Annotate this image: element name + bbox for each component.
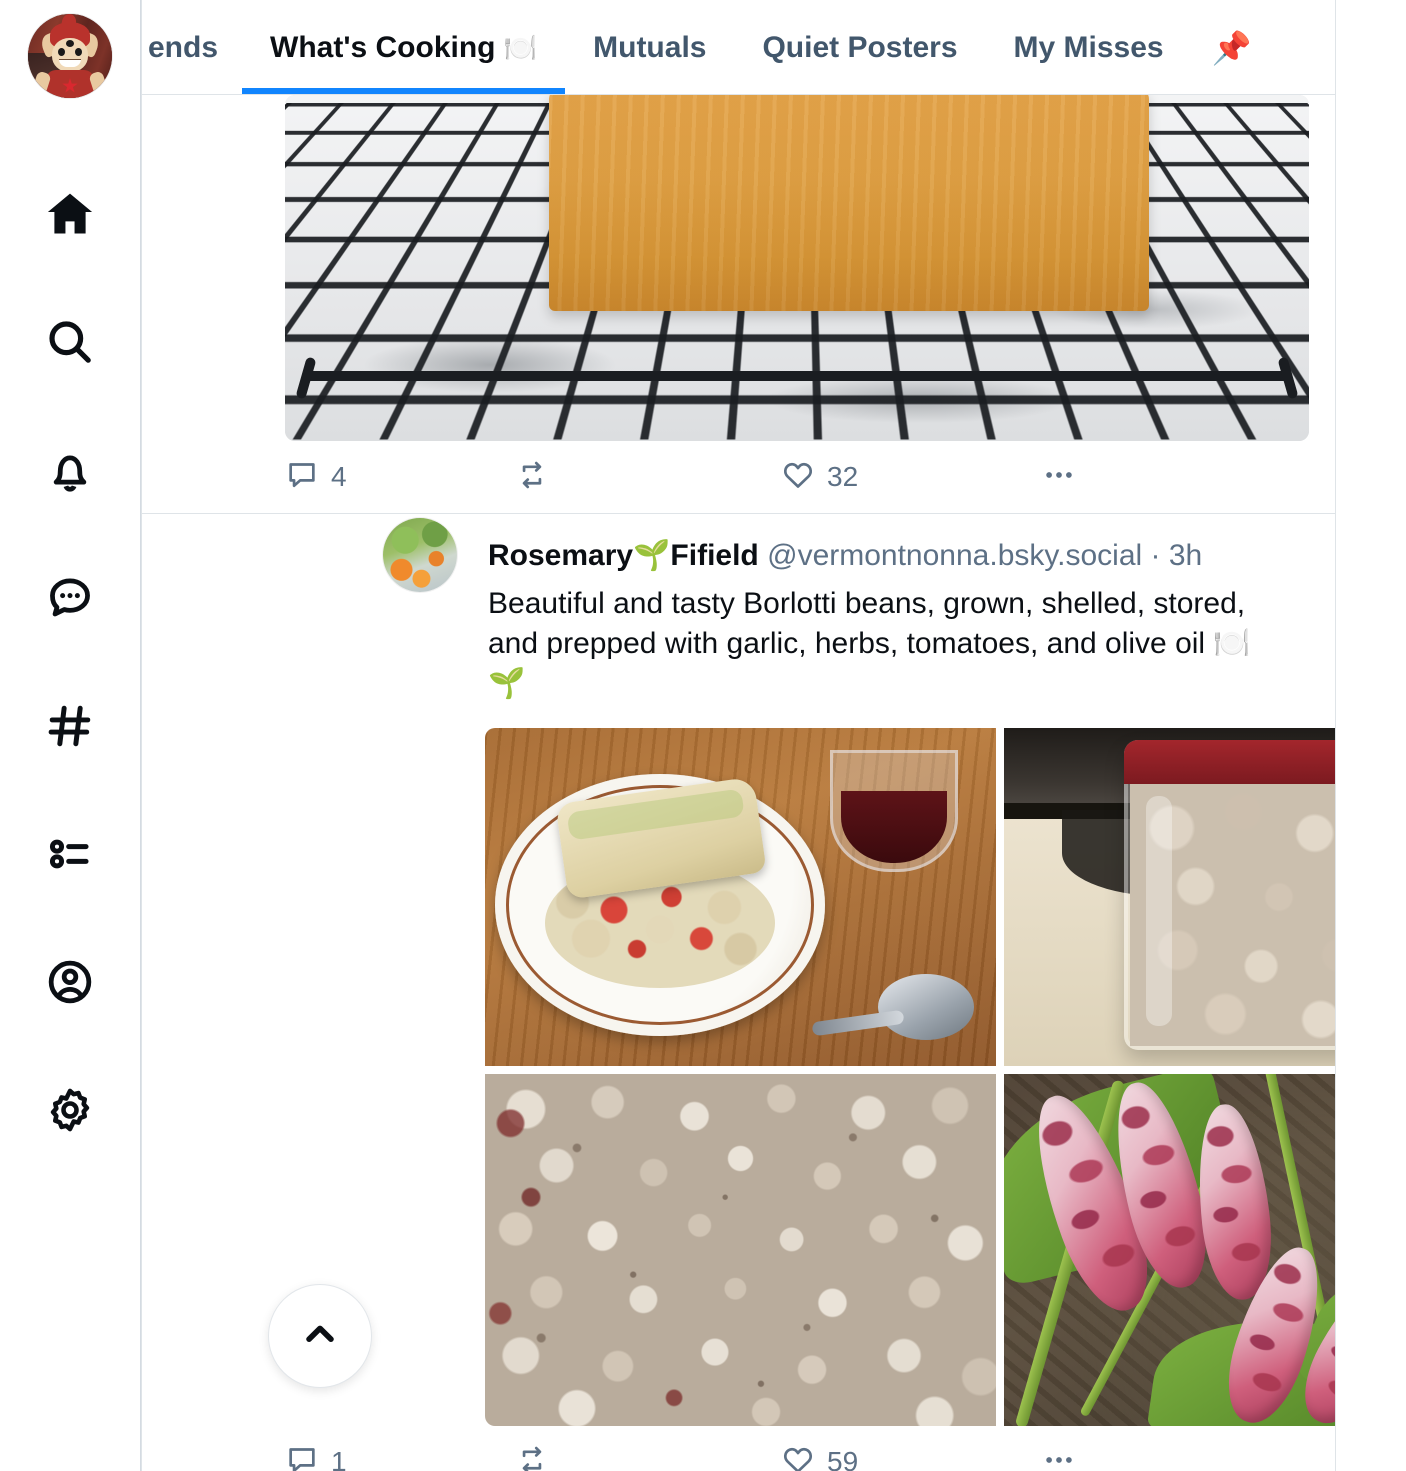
- avatar[interactable]: [28, 14, 112, 98]
- post-bread: 4 32: [142, 95, 1335, 513]
- bell-icon: [44, 444, 96, 496]
- tab-ends[interactable]: ends: [142, 0, 242, 94]
- sidebar-item-search[interactable]: [0, 278, 140, 406]
- sidebar-item-settings[interactable]: [0, 1046, 140, 1174]
- sidebar-item-chat[interactable]: [0, 534, 140, 662]
- more-horizontal-icon: [1041, 1442, 1077, 1471]
- sidebar-item-profile[interactable]: [0, 918, 140, 1046]
- profile-icon: [44, 956, 96, 1008]
- post-image-3[interactable]: [485, 1074, 996, 1426]
- dried-beans-photo: [485, 1074, 996, 1426]
- post-text: Beautiful and tasty Borlotti beans, grow…: [488, 587, 1251, 700]
- like-button[interactable]: 32: [781, 458, 1041, 497]
- reply-icon: [285, 458, 319, 497]
- sidebar-item-notifications[interactable]: [0, 406, 140, 534]
- sidebar-nav: [0, 0, 141, 1471]
- tab-label: What's Cooking: [270, 30, 496, 64]
- like-count: 59: [827, 1446, 859, 1471]
- tab-label: Mutuals: [593, 30, 707, 64]
- tab-mutuals[interactable]: Mutuals: [565, 0, 734, 94]
- more-options-button[interactable]: [1041, 1442, 1161, 1471]
- sidebar-item-lists[interactable]: [0, 790, 140, 918]
- tab-label: ends: [148, 30, 219, 64]
- bread-photo: [285, 95, 1309, 441]
- post-image-2[interactable]: Cinnamon Tung Hin net wt 1.7 oz (48 g) P…: [1004, 728, 1335, 1066]
- author-line: Rosemary🌱Fifield @vermontnonna.bsky.soci…: [488, 536, 1287, 576]
- tab-label: My Misses: [1013, 30, 1164, 64]
- tab-label: Quiet Posters: [762, 30, 958, 64]
- pushpin-icon: 📌: [1211, 29, 1252, 66]
- tab-my-misses[interactable]: My Misses: [986, 0, 1192, 94]
- avatar-image: [28, 14, 112, 98]
- scroll-to-top-button[interactable]: [268, 1284, 372, 1388]
- repost-icon: [515, 458, 549, 497]
- feed-tabbar: ends What's Cooking 🍽️ Mutuals Quiet Pos…: [142, 0, 1335, 95]
- heart-icon: [781, 458, 815, 497]
- post-timestamp[interactable]: 3h: [1169, 539, 1202, 572]
- feed-tabstrip: ends What's Cooking 🍽️ Mutuals Quiet Pos…: [142, 0, 1278, 94]
- list-icon: [44, 828, 96, 880]
- pinned-feeds-button[interactable]: 📌: [1192, 0, 1278, 94]
- post-actionbar: 4 32: [142, 441, 1335, 513]
- plate-fork-knife-icon: 🍽️: [503, 32, 538, 63]
- beans-jar-photo: Cinnamon Tung Hin net wt 1.7 oz (48 g) P…: [1004, 728, 1335, 1066]
- home-icon: [44, 188, 96, 240]
- reply-count: 1: [331, 1446, 347, 1471]
- hashtag-icon: [44, 700, 96, 752]
- more-horizontal-icon: [1041, 457, 1077, 498]
- post-actionbar: 1 59: [142, 1426, 1335, 1471]
- tab-quiet-posters[interactable]: Quiet Posters: [734, 0, 985, 94]
- post-image-1[interactable]: [485, 728, 996, 1066]
- chevron-up-icon: [296, 1310, 344, 1363]
- heart-icon: [781, 1443, 815, 1471]
- gear-icon: [44, 1084, 96, 1136]
- reply-icon: [285, 1443, 319, 1471]
- author-handle[interactable]: @vermontnonna.bsky.social: [767, 539, 1142, 572]
- like-count: 32: [827, 461, 859, 492]
- post-image-grid: Cinnamon Tung Hin net wt 1.7 oz (48 g) P…: [485, 728, 1335, 1426]
- chat-bubble-icon: [44, 572, 96, 624]
- sidebar-item-feeds[interactable]: [0, 662, 140, 790]
- reply-button[interactable]: 4: [285, 458, 515, 497]
- repost-icon: [515, 1443, 549, 1471]
- like-button[interactable]: 59: [781, 1443, 1041, 1471]
- post-image[interactable]: [285, 95, 1309, 441]
- separator-dot: ·: [1150, 539, 1161, 572]
- repost-button[interactable]: [515, 1443, 781, 1471]
- repost-button[interactable]: [515, 458, 781, 497]
- more-options-button[interactable]: [1041, 457, 1161, 498]
- tab-whats-cooking[interactable]: What's Cooking 🍽️: [242, 0, 566, 94]
- search-icon: [44, 316, 96, 368]
- bean-pods-photo: [1004, 1074, 1335, 1426]
- beans-plate-photo: [485, 728, 996, 1066]
- reply-count: 4: [331, 461, 347, 492]
- reply-button[interactable]: 1: [285, 1443, 515, 1471]
- post-header: Rosemary🌱Fifield @vermontnonna.bsky.soci…: [142, 536, 1335, 704]
- post-image-4[interactable]: [1004, 1074, 1335, 1426]
- feed-column: ends What's Cooking 🍽️ Mutuals Quiet Pos…: [141, 0, 1336, 1471]
- author-display-name[interactable]: Rosemary🌱Fifield: [488, 539, 759, 572]
- app-root: ends What's Cooking 🍽️ Mutuals Quiet Pos…: [0, 0, 1406, 1471]
- sidebar-item-home[interactable]: [0, 150, 140, 278]
